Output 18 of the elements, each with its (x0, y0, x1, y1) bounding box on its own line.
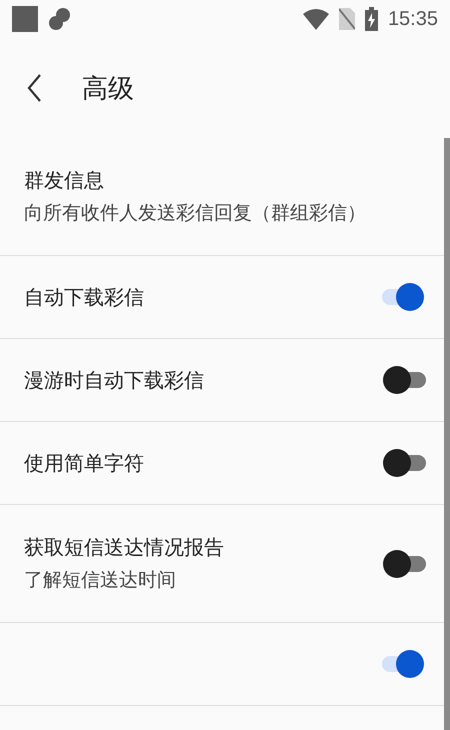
setting-title: 使用简单字符 (24, 450, 145, 476)
no-sim-icon (338, 8, 355, 30)
wifi-icon (302, 8, 329, 30)
battery-charging-icon (364, 7, 378, 31)
toggle-switch[interactable] (382, 280, 426, 314)
setting-summary: 了解短信送达时间 (24, 568, 177, 593)
setting-title: 群发信息 (24, 167, 105, 194)
clock-time: 15:35 (388, 8, 438, 30)
setting-title: 漫游时自动下载彩信 (24, 366, 205, 394)
toggle-switch[interactable] (382, 363, 426, 397)
page-title: 高级 (82, 72, 134, 106)
toggle-switch[interactable] (382, 446, 426, 480)
setting-title: 自动下载彩信 (24, 284, 145, 310)
toggle-switch[interactable] (382, 647, 426, 681)
setting-title: 获取短信送达情况报告 (24, 534, 225, 561)
setting-summary: 向所有收件人发送彩信回复（群组彩信） (24, 201, 367, 226)
notification-icon (48, 7, 72, 31)
notification-icon (12, 6, 38, 32)
